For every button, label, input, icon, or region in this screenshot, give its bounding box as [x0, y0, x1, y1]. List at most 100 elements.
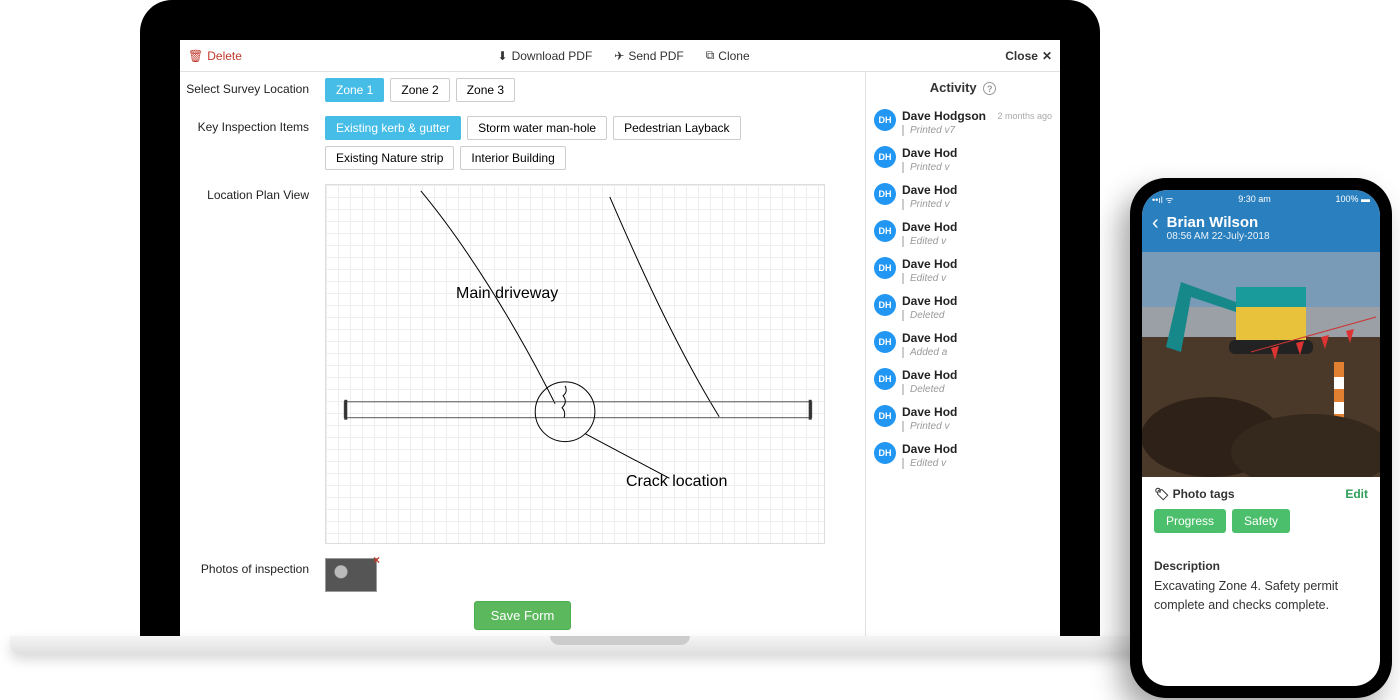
zone-tab[interactable]: Zone 2: [390, 78, 449, 102]
phone-subtitle: 08:56 AM 22-July-2018: [1167, 231, 1270, 242]
activity-item[interactable]: DH Dave Hod Printed v: [866, 399, 1060, 436]
close-label: Close: [1005, 49, 1038, 63]
avatar: DH: [874, 146, 896, 168]
avatar: DH: [874, 405, 896, 427]
clone-label: Clone: [718, 49, 749, 63]
activity-item[interactable]: DH Dave Hod Deleted: [866, 362, 1060, 399]
description-text: Excavating Zone 4. Safety permit complet…: [1154, 577, 1368, 615]
activity-action: Edited v: [902, 458, 1052, 469]
activity-header: Activity ?: [866, 72, 1060, 103]
inspection-item-tab[interactable]: Storm water man-hole: [467, 116, 607, 140]
activity-action: Deleted: [902, 310, 1052, 321]
battery-indicator: 100% ▬: [1335, 194, 1370, 204]
activity-user: Dave Hod: [902, 257, 1052, 271]
inspection-items-label: Key Inspection Items: [180, 116, 325, 134]
plan-annotation-driveway: Main driveway: [456, 285, 558, 303]
inspection-item-tab[interactable]: Existing Nature strip: [325, 146, 454, 170]
plan-view-row: Location Plan View: [180, 184, 865, 544]
clone-button[interactable]: ⧉ Clone: [706, 48, 750, 63]
activity-sidebar: Activity ? DHDave HodgsonPrinted v72 mon…: [865, 72, 1060, 640]
photo-tags-section: 🏷 Photo tags Edit ProgressSafety: [1142, 477, 1380, 543]
zone-tab[interactable]: Zone 1: [325, 78, 384, 102]
description-label: Description: [1154, 559, 1368, 573]
activity-action: Printed v: [902, 421, 1052, 432]
inspection-items-group: Existing kerb & gutterStorm water man-ho…: [325, 116, 865, 170]
activity-item[interactable]: DH Dave Hod Edited v: [866, 436, 1060, 473]
activity-item[interactable]: DH Dave Hod Printed v: [866, 140, 1060, 177]
survey-location-row: Select Survey Location Zone 1Zone 2Zone …: [180, 78, 865, 102]
plan-view-label: Location Plan View: [180, 184, 325, 202]
avatar: DH: [874, 331, 896, 353]
zones-group: Zone 1Zone 2 Zone 3: [325, 78, 865, 102]
activity-item[interactable]: DH Dave Hod Added a: [866, 325, 1060, 362]
activity-user: Dave Hod: [902, 220, 1052, 234]
save-form-button[interactable]: Save Form: [474, 601, 572, 630]
activity-time: 2 months ago: [997, 109, 1052, 136]
remove-photo-icon[interactable]: ×: [373, 553, 380, 567]
toolbar: 🗑 Delete ⬇ Download PDF ✈ Send PDF ⧉ Clo…: [180, 40, 1060, 72]
tags-list: ProgressSafety: [1154, 501, 1368, 533]
survey-location-label: Select Survey Location: [180, 78, 325, 96]
save-bar: Save Form: [180, 601, 865, 630]
close-button[interactable]: Close ✕: [1005, 49, 1052, 63]
laptop-notch: [550, 636, 690, 645]
inspection-item-tab[interactable]: Existing kerb & gutter: [325, 116, 461, 140]
photo-tag[interactable]: Safety: [1232, 509, 1290, 533]
activity-action: Printed v: [902, 199, 1052, 210]
activity-action: Added a: [902, 347, 1052, 358]
avatar: DH: [874, 220, 896, 242]
phone-statusbar: ••ıl ᯤ 9:30 am 100% ▬: [1142, 190, 1380, 208]
activity-item[interactable]: DHDave HodEdited v: [866, 251, 1060, 288]
laptop-frame: 🗑 Delete ⬇ Download PDF ✈ Send PDF ⧉ Clo…: [140, 0, 1100, 680]
signal-icon: ••ıl ᯤ: [1152, 193, 1174, 206]
download-pdf-button[interactable]: ⬇ Download PDF: [498, 48, 593, 63]
avatar: DH: [874, 294, 896, 316]
inspection-item-tab[interactable]: Interior Building: [460, 146, 565, 170]
plan-canvas[interactable]: Main driveway Crack location: [325, 184, 825, 544]
activity-user: Dave Hod: [902, 442, 1052, 456]
photos-row: Photos of inspection ×: [180, 558, 865, 592]
delete-button[interactable]: 🗑 Delete: [188, 49, 242, 63]
activity-user: Dave Hod: [902, 183, 1052, 197]
activity-item[interactable]: DHDave HodEdited v: [866, 214, 1060, 251]
delete-label: Delete: [207, 49, 242, 63]
form-content: Select Survey Location Zone 1Zone 2Zone …: [180, 72, 865, 640]
activity-user: Dave Hod: [902, 331, 1052, 345]
phone-screen: ••ıl ᯤ 9:30 am 100% ▬ ‹ Brian Wilson 08:…: [1142, 190, 1380, 686]
activity-action: Deleted: [902, 384, 1052, 395]
photo-tag[interactable]: Progress: [1154, 509, 1226, 533]
avatar: DH: [874, 257, 896, 279]
close-icon: ✕: [1042, 49, 1052, 63]
activity-item[interactable]: DH Dave Hod Printed v: [866, 177, 1060, 214]
avatar: DH: [874, 368, 896, 390]
activity-action: Printed v: [902, 162, 1052, 173]
inspection-items-row: Key Inspection Items Existing kerb & gut…: [180, 116, 865, 170]
toolbar-center: ⬇ Download PDF ✈ Send PDF ⧉ Clone: [242, 48, 1005, 63]
avatar: DH: [874, 442, 896, 464]
activity-user: Dave Hod: [902, 368, 1052, 382]
activity-item[interactable]: DHDave HodDeleted: [866, 288, 1060, 325]
activity-action: Printed v7: [902, 125, 991, 136]
help-icon[interactable]: ?: [983, 82, 996, 95]
photos-label: Photos of inspection: [180, 558, 325, 576]
send-pdf-button[interactable]: ✈ Send PDF: [614, 48, 683, 63]
activity-user: Dave Hod: [902, 146, 1052, 160]
activity-user: Dave Hod: [902, 405, 1052, 419]
photo-thumbnail[interactable]: ×: [325, 558, 377, 592]
photo-tags-label: 🏷 Photo tags: [1154, 487, 1235, 501]
zone-tab[interactable]: Zone 3: [456, 78, 515, 102]
activity-list: DHDave HodgsonPrinted v72 months agoDHDa…: [866, 103, 1060, 473]
phone-frame: ••ıl ᯤ 9:30 am 100% ▬ ‹ Brian Wilson 08:…: [1130, 178, 1392, 698]
send-icon: ✈: [614, 49, 624, 63]
back-button[interactable]: ‹: [1152, 214, 1159, 232]
inspection-item-tab[interactable]: Pedestrian Layback: [613, 116, 740, 140]
statusbar-time: 9:30 am: [1238, 194, 1271, 204]
avatar: DH: [874, 183, 896, 205]
laptop-screen: 🗑 Delete ⬇ Download PDF ✈ Send PDF ⧉ Clo…: [140, 0, 1100, 640]
activity-title: Activity: [930, 80, 977, 95]
edit-tags-button[interactable]: Edit: [1345, 487, 1368, 501]
phone-photo[interactable]: [1142, 252, 1380, 477]
clone-icon: ⧉: [706, 48, 715, 63]
download-label: Download PDF: [512, 49, 593, 63]
activity-item[interactable]: DHDave HodgsonPrinted v72 months ago: [866, 103, 1060, 140]
